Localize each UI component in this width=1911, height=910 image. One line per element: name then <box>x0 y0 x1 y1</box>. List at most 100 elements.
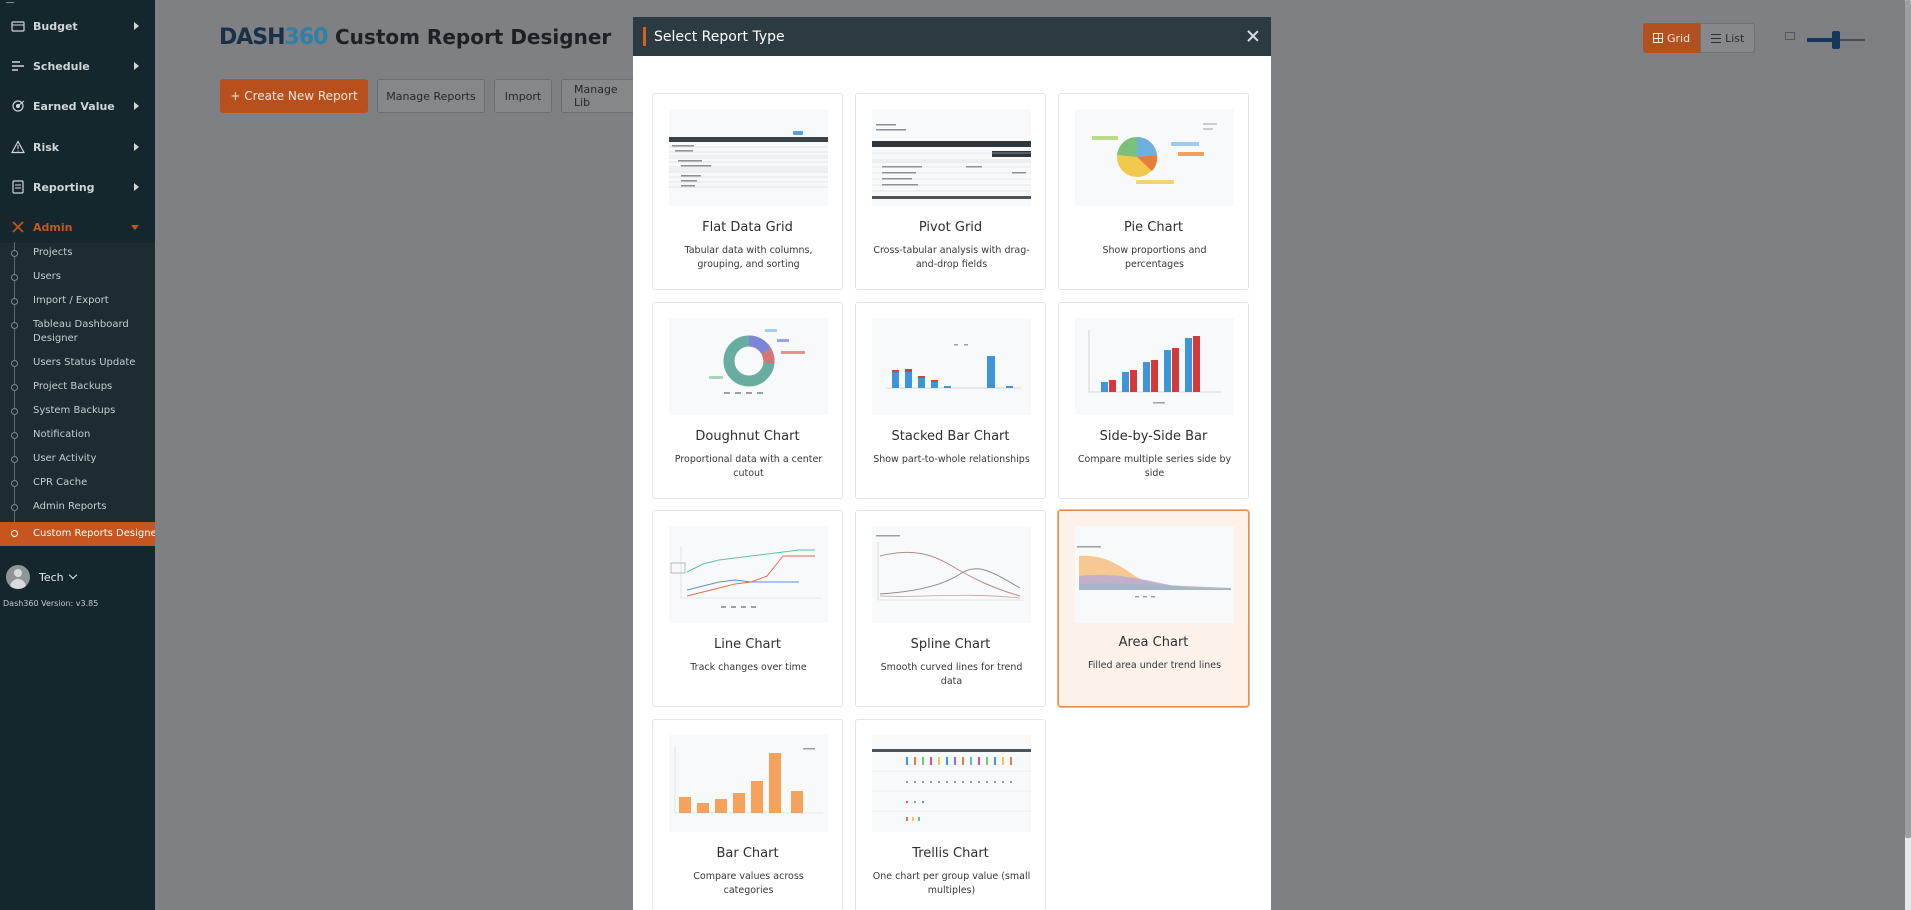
warning-icon <box>11 140 25 154</box>
modal-title: Select Report Type <box>654 29 785 45</box>
card-title: Flat Data Grid <box>702 220 793 235</box>
chevron-right-icon <box>134 22 139 30</box>
scrollbar-thumb[interactable] <box>1905 0 1911 838</box>
logo: DASH360 <box>219 20 329 54</box>
app-version: Dash360 Version: v3.85 <box>3 599 99 608</box>
create-new-report-button[interactable]: + Create New Report <box>220 79 368 113</box>
sidebar-item-budget[interactable]: Budget <box>0 6 155 46</box>
sidebar-item-label: Schedule <box>33 59 90 73</box>
report-type-card-trellis-chart[interactable]: Trellis Chart One chart per group value … <box>855 719 1046 910</box>
bullet-icon <box>11 298 18 305</box>
report-type-card-bar-chart[interactable]: Bar Chart Compare values across categori… <box>652 719 843 910</box>
sidebar-item-risk[interactable]: Risk <box>0 127 155 167</box>
report-type-card-doughnut-chart[interactable]: Doughnut Chart Proportional data with a … <box>652 302 843 499</box>
bullet-icon <box>11 360 18 367</box>
report-type-card-pivot-grid[interactable]: Pivot Grid Cross-tabular analysis with d… <box>855 93 1046 290</box>
sidebar-item-label: Reporting <box>33 180 95 194</box>
image-icon <box>1785 32 1795 40</box>
manage-library-button[interactable]: Manage Lib <box>561 79 635 113</box>
logo-number: 360 <box>284 24 329 50</box>
select-report-type-modal: Select Report Type Flat Data Grid Tabula… <box>633 17 1271 910</box>
sidebar-item-reporting[interactable]: Reporting <box>0 167 155 207</box>
sidebar-sub-item-custom-reports-designer[interactable]: Custom Reports Designer <box>0 522 155 546</box>
sidebar-sub-item-label: Project Backups <box>33 381 113 392</box>
bullet-icon <box>11 504 18 511</box>
card-title: Line Chart <box>714 637 781 652</box>
doughnut-chart-thumbnail <box>669 318 828 415</box>
chevron-down-icon <box>68 570 77 580</box>
report-type-card-line-chart[interactable]: Line Chart Track changes over time <box>652 510 843 707</box>
manage-reports-button[interactable]: Manage Reports <box>377 79 485 113</box>
sidebar-item-label: Admin <box>33 220 73 234</box>
card-description: Filled area under trend lines <box>1087 660 1222 671</box>
sidebar-sub-item-label: Users <box>33 271 62 282</box>
bullet-icon <box>11 408 18 415</box>
import-button[interactable]: Import <box>494 79 552 113</box>
sidebar-item-label: Risk <box>33 140 60 154</box>
chevron-down-icon <box>131 224 139 230</box>
bullet-icon <box>11 250 18 257</box>
sidebar: Budget Schedule Earned Value Risk Report… <box>0 0 155 910</box>
list-label: List <box>1725 31 1745 45</box>
bullet-icon <box>11 274 18 281</box>
report-type-card-side-by-side-bar[interactable]: Side-by-Side Bar Compare multiple series… <box>1058 302 1249 499</box>
card-title: Spline Chart <box>910 637 991 652</box>
list-icon <box>1711 33 1722 43</box>
zoom-slider-thumb[interactable] <box>1832 31 1840 49</box>
spline-chart-thumbnail <box>872 526 1031 623</box>
page-scrollbar[interactable] <box>1905 0 1911 910</box>
report-type-card-area-chart[interactable]: Area Chart Filled area under trend lines <box>1058 510 1249 707</box>
modal-header: Select Report Type <box>633 17 1271 56</box>
bullet-icon <box>11 432 18 439</box>
sidebar-sub-item-label: Tableau Dashboard Designer <box>33 319 129 344</box>
card-description: Smooth curved lines for trend data <box>880 662 1023 687</box>
card-description: Cross-tabular analysis with drag-and-dro… <box>873 245 1030 270</box>
card-title: Stacked Bar Chart <box>891 429 1010 444</box>
stacked-bar-thumbnail <box>872 318 1031 415</box>
card-description: Compare multiple series side by side <box>1077 454 1232 479</box>
sidebar-item-admin[interactable]: Admin <box>0 207 155 247</box>
avatar <box>6 565 30 589</box>
card-title: Doughnut Chart <box>695 429 800 444</box>
report-type-card-spline-chart[interactable]: Spline Chart Smooth curved lines for tre… <box>855 510 1046 707</box>
schedule-icon <box>12 61 24 71</box>
menu-fragment-icon <box>6 0 14 3</box>
chevron-right-icon <box>134 62 139 70</box>
list-view-button[interactable]: List <box>1700 23 1756 53</box>
bar-chart-thumbnail <box>669 735 828 832</box>
sidebar-item-schedule[interactable]: Schedule <box>0 46 155 86</box>
card-title: Pie Chart <box>1123 220 1184 235</box>
sidebar-item-earned-value[interactable]: Earned Value <box>0 86 155 126</box>
card-title: Side-by-Side Bar <box>1099 429 1208 444</box>
sidebar-item-label: Budget <box>33 19 78 33</box>
zoom-slider[interactable] <box>1807 30 1865 50</box>
sidebar-sub-item-label: Custom Reports Designer <box>33 528 155 539</box>
chevron-right-icon <box>134 183 139 191</box>
card-description: One chart per group value (small multipl… <box>872 871 1031 896</box>
logo-text: DASH <box>219 24 286 50</box>
reporting-icon <box>12 180 24 194</box>
sidebar-sub-item-label: System Backups <box>33 405 116 416</box>
card-title: Bar Chart <box>716 846 779 861</box>
close-icon[interactable] <box>1245 28 1261 44</box>
grid-icon <box>1653 33 1663 43</box>
sidebar-sub-item-label: Notification <box>33 429 91 440</box>
side-by-side-bar-thumbnail <box>1075 318 1234 415</box>
user-menu[interactable]: Tech <box>6 565 77 589</box>
admin-tools-icon <box>12 221 24 233</box>
card-description: Compare values across categories <box>693 871 804 896</box>
bullet-icon <box>11 456 18 463</box>
report-type-card-flat-data-grid[interactable]: Flat Data Grid Tabular data with columns… <box>652 93 843 290</box>
grid-view-button[interactable]: Grid <box>1643 23 1701 53</box>
card-description: Proportional data with a center cutout <box>674 454 823 479</box>
trellis-chart-thumbnail <box>872 735 1031 832</box>
line-chart-thumbnail <box>669 526 828 623</box>
report-type-card-pie-chart[interactable]: Pie Chart Show proportions and percentag… <box>1058 93 1249 290</box>
grid-label: Grid <box>1667 31 1691 45</box>
chevron-right-icon <box>134 143 139 151</box>
card-title: Trellis Chart <box>912 846 989 861</box>
view-toggle: Grid List <box>1643 23 1756 53</box>
card-description: Track changes over time <box>690 662 807 673</box>
pivot-grid-thumbnail <box>872 109 1031 206</box>
report-type-card-stacked-bar-chart[interactable]: Stacked Bar Chart Show part-to-whole rel… <box>855 302 1046 499</box>
